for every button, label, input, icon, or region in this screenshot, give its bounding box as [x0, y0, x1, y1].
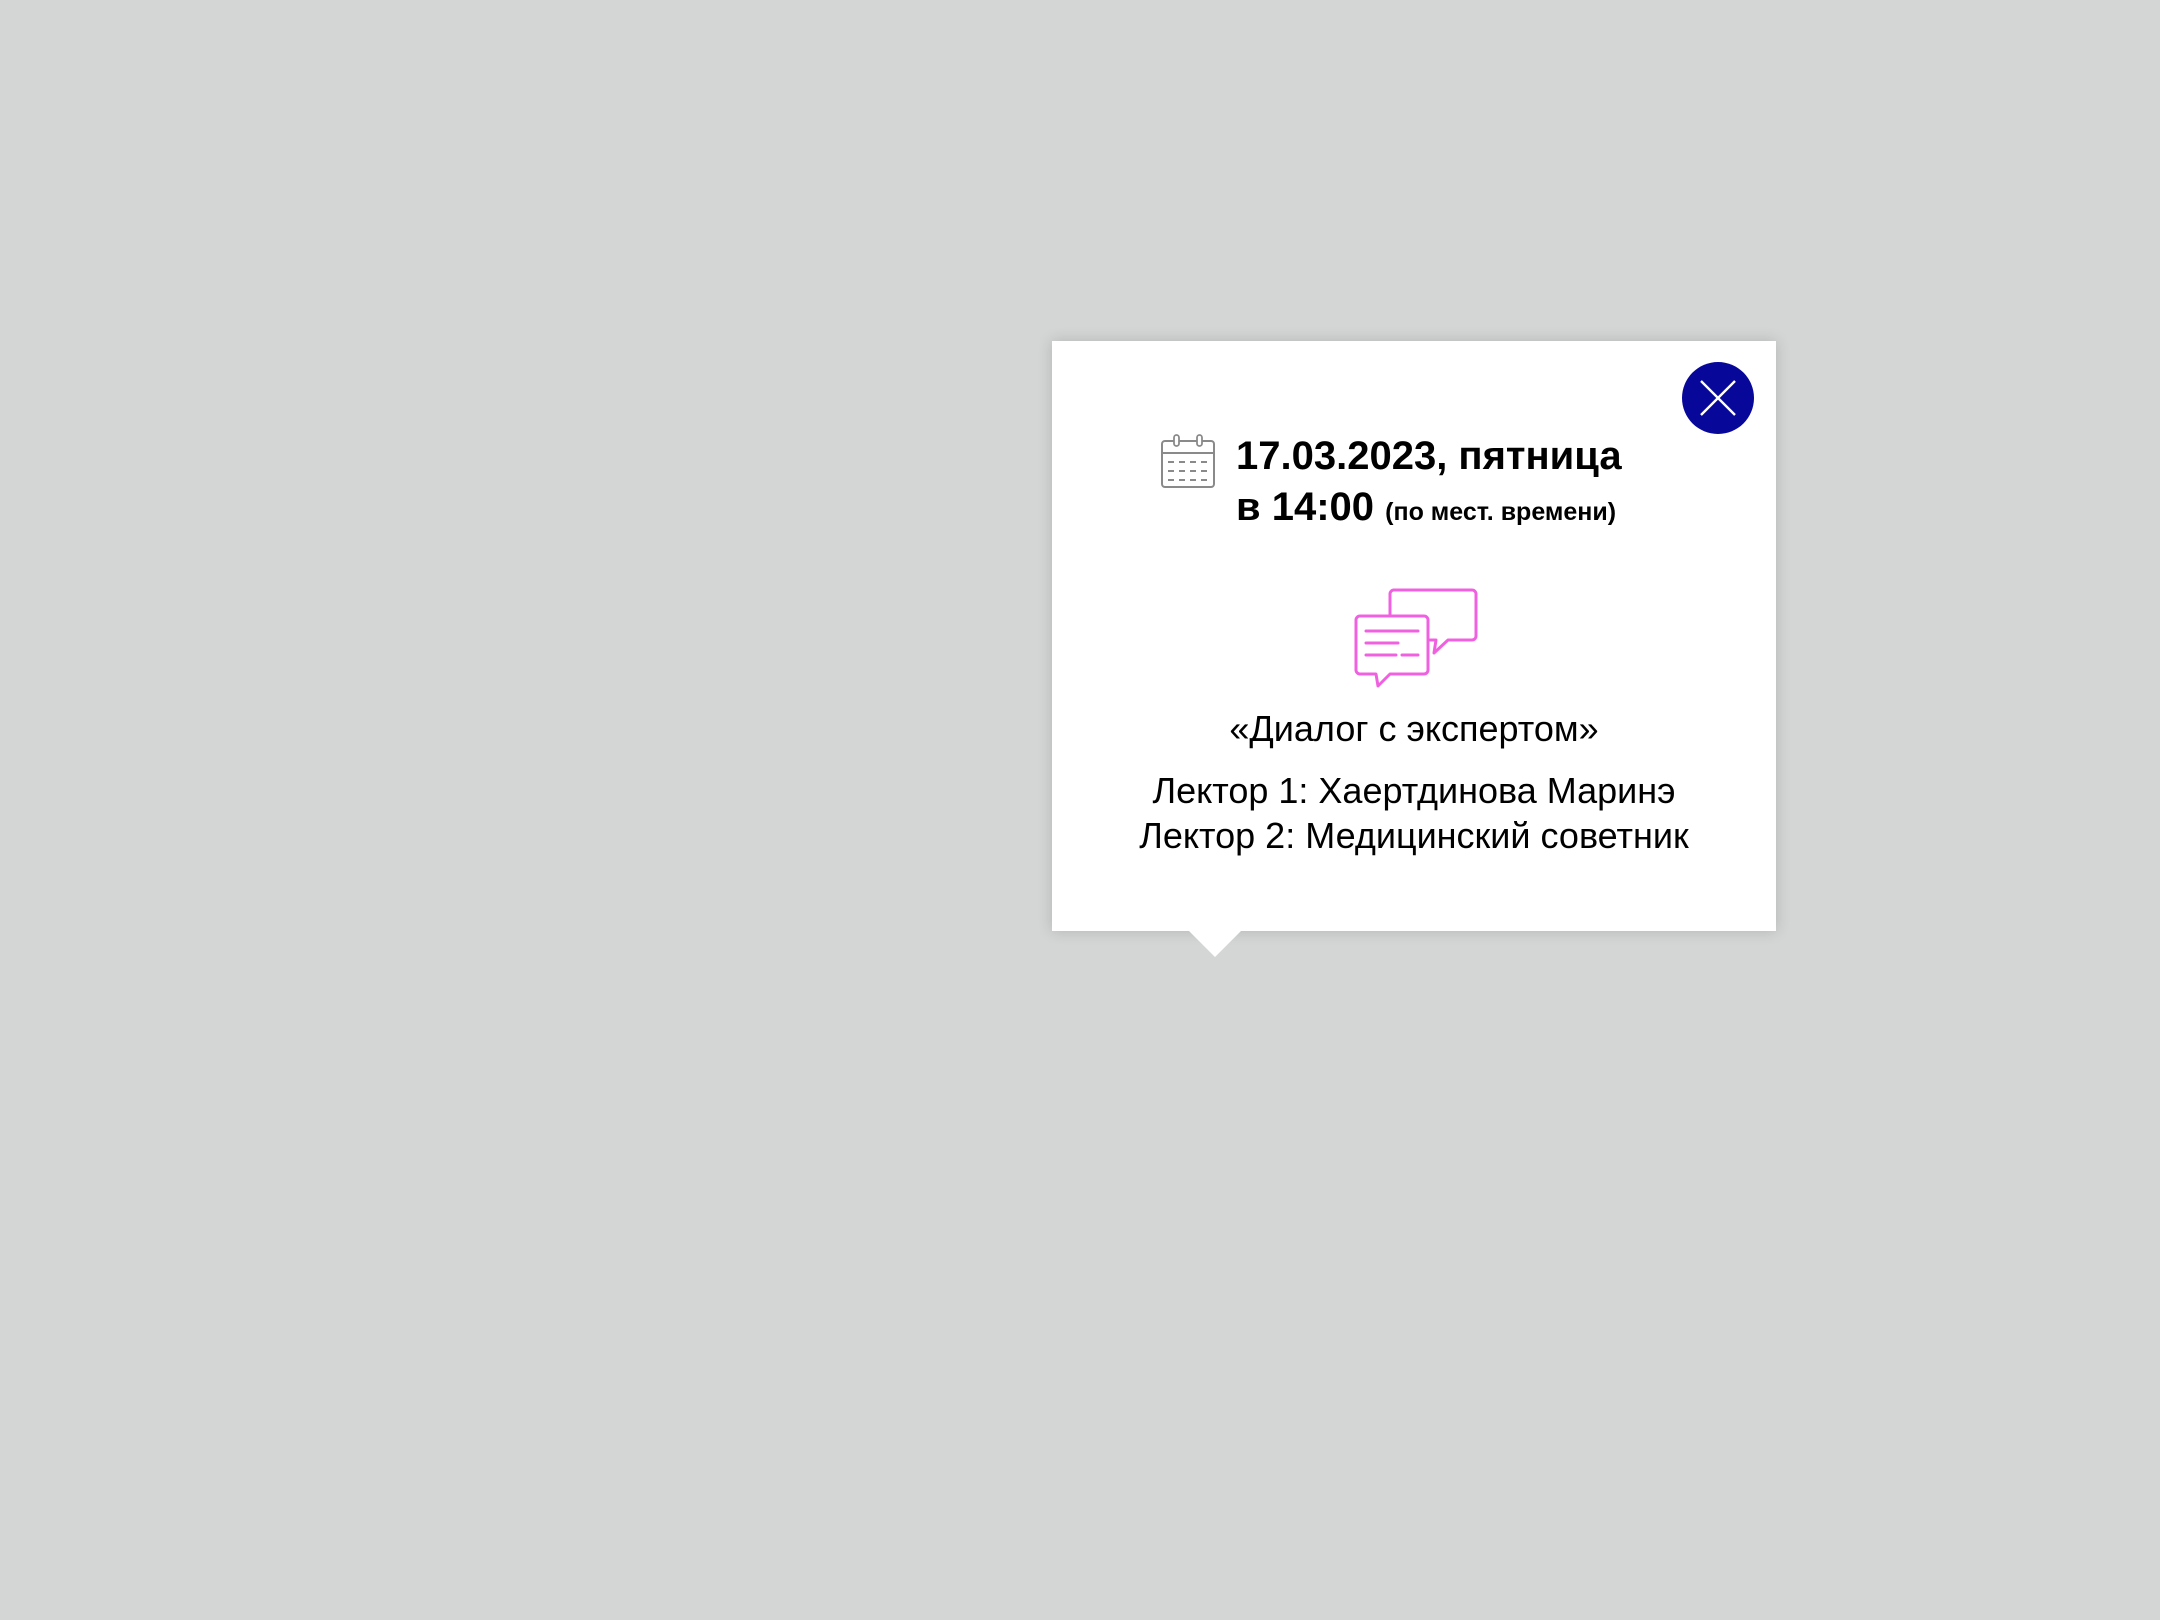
event-time-line: в 14:00 (по мест. времени) — [1236, 481, 1622, 538]
time-note: (по мест. времени) — [1385, 498, 1617, 526]
event-title: «Диалог с экспертом» — [1229, 708, 1599, 749]
close-icon — [1700, 380, 1736, 416]
event-popup: 17.03.2023, пятница в 14:00 (по мест. вр… — [1052, 341, 1776, 957]
popup-tail — [1189, 931, 1241, 957]
lecturer-2: Лектор 2: Медицинский советник — [1139, 815, 1689, 856]
lecturer-1: Лектор 1: Хаертдинова Маринэ — [1152, 770, 1676, 811]
lecturers-list: Лектор 1: Хаертдинова Маринэ Лектор 2: М… — [1052, 768, 1776, 858]
date-text: 17.03.2023, пятница в 14:00 (по мест. вр… — [1236, 431, 1622, 538]
date-time-block: 17.03.2023, пятница в 14:00 (по мест. вр… — [1160, 431, 1622, 538]
calendar-icon — [1161, 434, 1215, 488]
event-date: 17.03.2023, пятница — [1236, 434, 1622, 478]
chat-bubbles-icon — [1354, 588, 1478, 688]
event-time: в 14:00 — [1236, 485, 1375, 529]
close-button[interactable] — [1682, 362, 1754, 434]
